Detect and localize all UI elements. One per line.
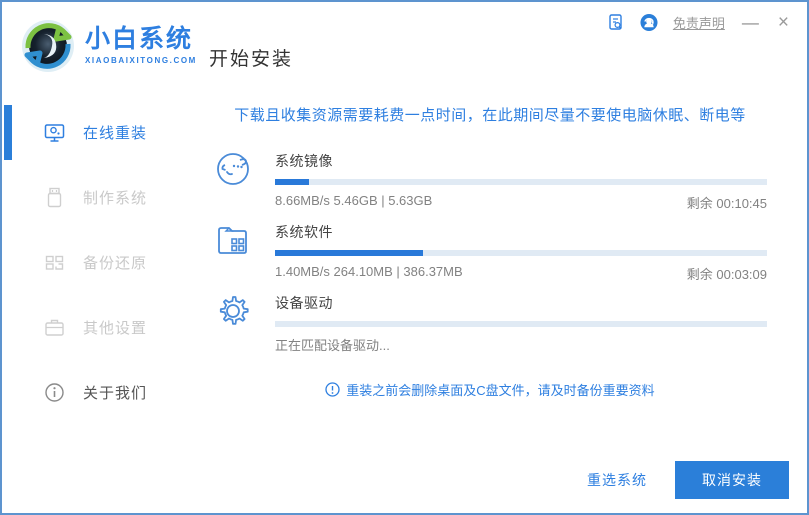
sidebar-item-label: 备份还原 xyxy=(83,255,148,272)
time-remaining: 剩余 00:10:45 xyxy=(686,196,767,211)
sidebar-item-other-settings[interactable]: 其他设置 xyxy=(2,295,205,360)
driver-matching-status: 正在匹配设备驱动... xyxy=(275,338,390,353)
titlebar-controls: 免责声明 — × xyxy=(607,10,791,34)
customer-service-icon[interactable] xyxy=(640,13,658,31)
info-circle-icon xyxy=(45,383,64,402)
monitor-icon xyxy=(44,124,65,142)
exclamation-circle-icon xyxy=(325,382,340,397)
task-device-drivers: 设备驱动 正在匹配设备驱动... xyxy=(213,293,767,354)
brand-text: 小白系统 XIAOBAIXITONG.COM xyxy=(85,27,197,65)
sidebar: 在线重装 制作系统 备份还原 其他设置 关于我们 xyxy=(2,90,205,513)
task-system-image: 系统镜像 8.66MB/s 5.46GB | 5.63GB 剩余 00:10:4… xyxy=(213,151,767,212)
usb-drive-icon xyxy=(47,187,62,208)
progress-fill xyxy=(275,179,310,185)
backup-note: 重装之前会删除桌面及C盘文件，请及时备份重要资料 xyxy=(213,380,767,399)
partition-grid-icon xyxy=(45,255,64,270)
reselect-system-button[interactable]: 重选系统 xyxy=(587,470,647,490)
sidebar-item-label: 其他设置 xyxy=(83,320,148,337)
install-progress-panel: 下载且收集资源需要耗费一点时间，在此期间尽量不要使电脑休眠、断电等 系统镜像 8… xyxy=(205,90,807,513)
progress-fill xyxy=(275,250,423,256)
backup-note-text: 重装之前会删除桌面及C盘文件，请及时备份重要资料 xyxy=(346,383,655,398)
task-system-software: 系统软件 1.40MB/s 264.10MB | 386.37MB 剩余 00:… xyxy=(213,222,767,283)
disclaimer-link[interactable]: 免责声明 xyxy=(673,13,725,32)
task-label: 设备驱动 xyxy=(275,295,333,311)
briefcase-icon xyxy=(45,319,64,336)
body: 在线重装 制作系统 备份还原 其他设置 关于我们 下载且收集资源需要耗费一点时间… xyxy=(2,90,807,513)
progress-bar xyxy=(275,179,767,185)
cancel-install-button[interactable]: 取消安装 xyxy=(675,461,789,499)
sidebar-item-label: 制作系统 xyxy=(83,190,148,207)
app-logo: 小白系统 XIAOBAIXITONG.COM xyxy=(20,18,197,74)
progress-bar xyxy=(275,321,767,327)
app-window: 小白系统 XIAOBAIXITONG.COM 开始安装 免责声明 — × 在线重… xyxy=(0,0,809,515)
time-remaining: 剩余 00:03:09 xyxy=(686,267,767,282)
brand-logo-icon xyxy=(22,20,74,72)
progress-bar xyxy=(275,250,767,256)
minimize-button[interactable]: — xyxy=(740,14,761,31)
download-speed-size: 8.66MB/s 5.46GB | 5.63GB xyxy=(275,193,433,208)
sidebar-item-make-system[interactable]: 制作系统 xyxy=(2,165,205,230)
face-chat-icon xyxy=(217,153,249,185)
task-label: 系统软件 xyxy=(275,224,333,240)
download-warning-text: 下载且收集资源需要耗费一点时间，在此期间尽量不要使电脑休眠、断电等 xyxy=(234,107,746,124)
brand-name: 小白系统 xyxy=(85,25,194,53)
sidebar-item-online-reinstall[interactable]: 在线重装 xyxy=(2,100,205,165)
footer-actions: 重选系统 取消安装 xyxy=(587,461,789,499)
folder-apps-icon xyxy=(218,227,247,254)
sidebar-item-about-us[interactable]: 关于我们 xyxy=(2,360,205,425)
sidebar-item-backup-restore[interactable]: 备份还原 xyxy=(2,230,205,295)
task-label: 系统镜像 xyxy=(275,153,333,169)
close-button[interactable]: × xyxy=(776,13,791,32)
brand-domain: XIAOBAIXITONG.COM xyxy=(85,56,197,65)
active-accent-bar xyxy=(4,105,12,160)
header: 小白系统 XIAOBAIXITONG.COM 开始安装 免责声明 — × xyxy=(2,2,807,90)
download-speed-size: 1.40MB/s 264.10MB | 386.37MB xyxy=(275,264,463,279)
sidebar-item-label: 在线重装 xyxy=(83,125,148,142)
gear-icon xyxy=(219,296,249,325)
log-document-icon[interactable] xyxy=(607,13,625,31)
page-title: 开始安装 xyxy=(209,49,294,70)
sidebar-item-label: 关于我们 xyxy=(83,385,148,402)
